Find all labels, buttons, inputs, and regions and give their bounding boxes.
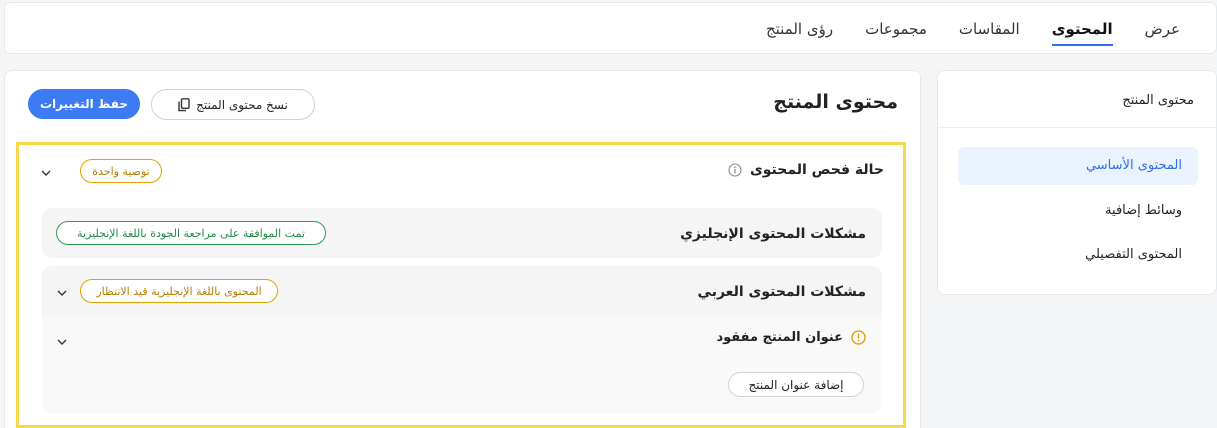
tab-product-insights[interactable]: رؤى المنتج <box>750 3 849 55</box>
copy-icon <box>178 97 190 112</box>
content-check-text: حالة فحص المحتوى <box>749 162 884 178</box>
tab-label: المحتوى <box>1051 20 1113 38</box>
tab-label: عرض <box>1144 20 1180 38</box>
missing-title-issue: عنوان المنتج مفقود إضافة عنوان المنتج <box>42 316 882 414</box>
copy-button-label: نسخ محتوى المنتج <box>196 97 288 112</box>
issue-text: عنوان المنتج مفقود <box>716 330 843 345</box>
info-icon[interactable] <box>728 163 742 177</box>
copy-product-content-button[interactable]: نسخ محتوى المنتج <box>151 89 315 120</box>
page-title: محتوى المنتج <box>773 91 898 113</box>
sidebar-item-detailed-content[interactable]: المحتوى التفصيلي <box>958 236 1198 274</box>
warning-icon <box>851 330 866 345</box>
save-changes-button[interactable]: حفظ التغييرات <box>28 89 140 119</box>
chevron-down-icon[interactable] <box>56 284 68 296</box>
tab-content[interactable]: المحتوى <box>1036 3 1129 55</box>
arabic-issues-title: مشكلات المحتوى العربي <box>697 284 866 300</box>
content-sidebar: محتوى المنتج المحتوى الأساسي وسائط إضافي… <box>937 70 1217 295</box>
english-issues-title: مشكلات المحتوى الإنجليزي <box>680 226 866 242</box>
sidebar-title: محتوى المنتج <box>1122 93 1194 108</box>
sidebar-item-basic-content[interactable]: المحتوى الأساسي <box>958 147 1198 185</box>
tabs: عرض المحتوى المقاسات مجموعات رؤى المنتج <box>750 3 1196 55</box>
divider <box>938 127 1216 128</box>
arabic-pending-badge: المحتوى باللغة الإنجليزية قيد الانتظار <box>80 279 278 303</box>
english-issues-section: مشكلات المحتوى الإنجليزي تمت الموافقة عل… <box>42 208 882 258</box>
chevron-down-icon[interactable] <box>40 164 52 176</box>
content-check-label: حالة فحص المحتوى <box>728 162 884 178</box>
tab-groups[interactable]: مجموعات <box>849 3 943 55</box>
tab-label: رؤى المنتج <box>765 20 834 38</box>
tab-label: المقاسات <box>958 20 1020 38</box>
tab-view[interactable]: عرض <box>1129 3 1196 55</box>
recommendation-badge: توصية واحدة <box>80 159 162 183</box>
tab-label: مجموعات <box>865 20 927 38</box>
add-product-title-button[interactable]: إضافة عنوان المنتج <box>728 372 864 397</box>
sidebar-item-extra-media[interactable]: وسائط إضافية <box>958 192 1198 230</box>
tab-sizes[interactable]: المقاسات <box>943 3 1036 55</box>
content-check-row: حالة فحص المحتوى توصية واحدة <box>24 152 894 192</box>
arabic-issues-section: مشكلات المحتوى العربي المحتوى باللغة الإ… <box>42 266 882 414</box>
english-approved-badge: تمت الموافقة على مراجعة الجودة باللغة ال… <box>56 221 326 245</box>
chevron-down-icon[interactable] <box>56 333 68 345</box>
top-tab-bar: عرض المحتوى المقاسات مجموعات رؤى المنتج <box>4 2 1217 54</box>
issue-label: عنوان المنتج مفقود <box>716 330 866 345</box>
